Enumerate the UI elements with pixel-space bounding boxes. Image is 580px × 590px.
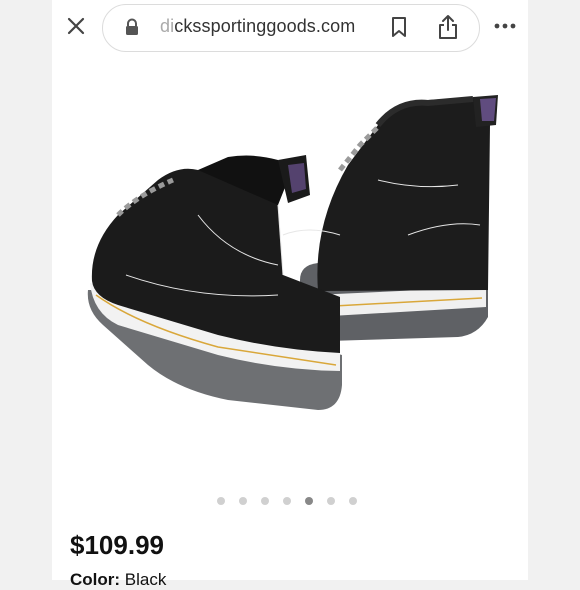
url-prefix: di xyxy=(160,16,175,36)
carousel-dot[interactable] xyxy=(261,497,269,505)
bookmark-icon[interactable] xyxy=(390,16,408,38)
carousel-dot[interactable] xyxy=(327,497,335,505)
product-image[interactable] xyxy=(78,85,508,445)
carousel-dot[interactable] xyxy=(283,497,291,505)
close-icon[interactable] xyxy=(64,14,88,38)
carousel-dots[interactable] xyxy=(217,497,357,507)
color-row: Color: Black xyxy=(70,570,166,590)
lock-icon xyxy=(126,18,138,35)
product-price: $109.99 xyxy=(70,530,164,560)
right-margin xyxy=(528,0,580,580)
carousel-dot[interactable] xyxy=(239,497,247,505)
carousel-dot-active[interactable] xyxy=(305,497,313,505)
left-margin xyxy=(0,0,52,580)
url-domain: ckssportinggoods.com xyxy=(174,16,356,36)
url-text[interactable]: dickssportinggoods.com xyxy=(160,16,355,37)
carousel-dot[interactable] xyxy=(349,497,357,505)
more-options-icon[interactable] xyxy=(494,22,516,30)
share-icon[interactable] xyxy=(437,14,459,40)
carousel-dot[interactable] xyxy=(217,497,225,505)
